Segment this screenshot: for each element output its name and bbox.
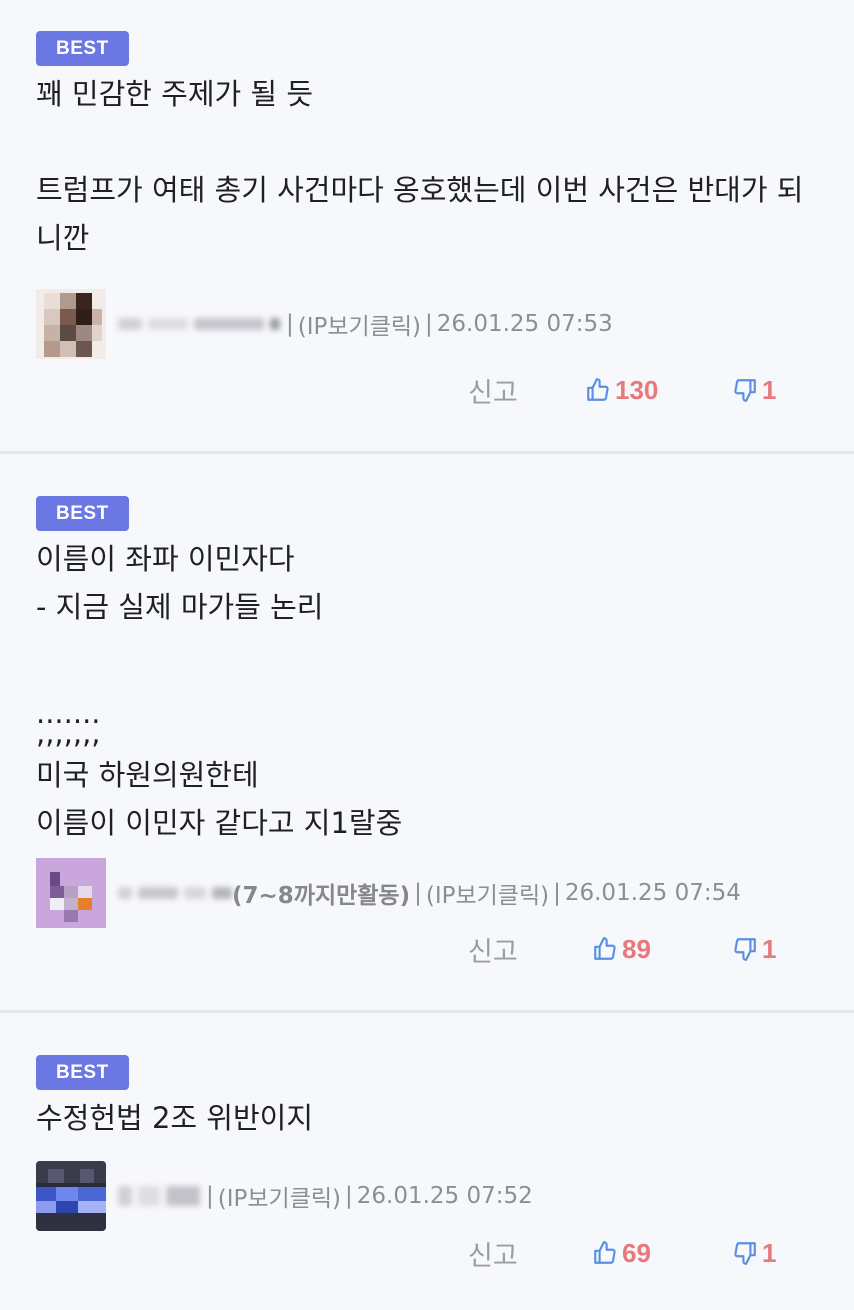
report-button[interactable]: 신고 [468,371,518,410]
comment-line [36,118,818,166]
thumbs-down-icon [734,1242,756,1265]
dislike-button[interactable]: 1 [732,375,776,406]
report-button[interactable]: 신고 [468,1234,518,1273]
comment-meta: (7~8까지만활동) | (IP보기클릭) | 26.01.25 07:54 [36,857,818,929]
nickname-blurred[interactable] [118,1181,202,1211]
avatar[interactable] [36,289,106,359]
avatar[interactable] [36,1161,106,1231]
comment-body: 꽤 민감한 주제가 될 듯 트럼프가 여태 총기 사건마다 옹호했는데 이번 사… [36,70,818,262]
nickname-suffix: (7~8까지만활동) [232,883,411,909]
dislike-button[interactable]: 1 [732,1238,776,1269]
report-button[interactable]: 신고 [468,930,518,969]
meta-separator: | [206,1183,214,1209]
comment-line [36,631,818,679]
like-button[interactable]: 89 [592,934,651,965]
comment-line: ,,,,,,, [36,716,101,750]
comment-line: 꽤 민감한 주제가 될 듯 [36,77,313,111]
like-button[interactable]: 69 [592,1238,651,1269]
comment-line: 니깐 [36,221,90,255]
timestamp: 26.01.25 07:53 [436,311,613,337]
like-count: 130 [615,374,659,405]
comment-body: 수정헌법 2조 위반이지 [36,1094,818,1142]
comment-line: 트럼프가 여태 총기 사건마다 옹호했는데 이번 사건은 반대가 되 [36,173,804,207]
comment-meta: | (IP보기클릭) | 26.01.25 07:53 [36,288,818,360]
best-badge: BEST [36,496,129,531]
comment-line: 이름이 이민자 같다고 지1랄중 [36,806,403,840]
comment-actions: 신고 69 1 [0,1228,854,1278]
comment-body: 이름이 좌파 이민자다 - 지금 실제 마가들 논리 ....... ,,,,,… [36,535,818,847]
comment-line: ....... [36,696,101,730]
thumbs-up-icon [594,1241,616,1264]
nickname-blurred[interactable] [118,309,282,339]
nickname-blurred[interactable]: (7~8까지만활동) [118,878,411,909]
dislike-count: 1 [762,374,777,405]
meta-separator: | [553,880,561,906]
dislike-count: 1 [762,1237,777,1268]
best-badge: BEST [36,1055,129,1090]
thumbs-down-icon [734,379,756,402]
avatar[interactable] [36,858,106,928]
meta-separator: | [425,311,433,337]
comment-item: BEST 꽤 민감한 주제가 될 듯 트럼프가 여태 총기 사건마다 옹호했는데… [0,0,854,451]
like-count: 69 [622,1237,651,1268]
like-count: 89 [622,933,651,964]
comment-actions: 신고 89 1 [0,924,854,974]
best-badge: BEST [36,31,129,66]
comment-line: 이름이 좌파 이민자다 [36,542,295,576]
comment-line: 미국 하원의원한테 [36,758,259,792]
comment-line: - 지금 실제 마가들 논리 [36,590,324,624]
thumbs-down-icon [734,938,756,961]
ip-view-link[interactable]: (IP보기클릭) [218,1179,341,1213]
comment-item: BEST 이름이 좌파 이민자다 - 지금 실제 마가들 논리 ....... … [0,454,854,1010]
timestamp: 26.01.25 07:54 [564,880,741,906]
thumbs-up-icon [594,937,616,960]
like-button[interactable]: 130 [585,375,658,406]
thumbs-up-icon [587,378,609,401]
dislike-button[interactable]: 1 [732,934,776,965]
ip-view-link[interactable]: (IP보기클릭) [298,307,421,341]
ip-view-link[interactable]: (IP보기클릭) [426,876,549,910]
meta-separator: | [414,880,422,906]
comment-actions: 신고 130 1 [0,365,854,415]
meta-separator: | [345,1183,353,1209]
comment-meta: | (IP보기클릭) | 26.01.25 07:52 [36,1160,818,1232]
timestamp: 26.01.25 07:52 [356,1183,533,1209]
dislike-count: 1 [762,933,777,964]
meta-separator: | [286,311,294,337]
comment-line: 수정헌법 2조 위반이지 [36,1101,314,1135]
comment-item: BEST 수정헌법 2조 위반이지 | (IP보기클릭) | 26.01.25 … [0,1013,854,1310]
